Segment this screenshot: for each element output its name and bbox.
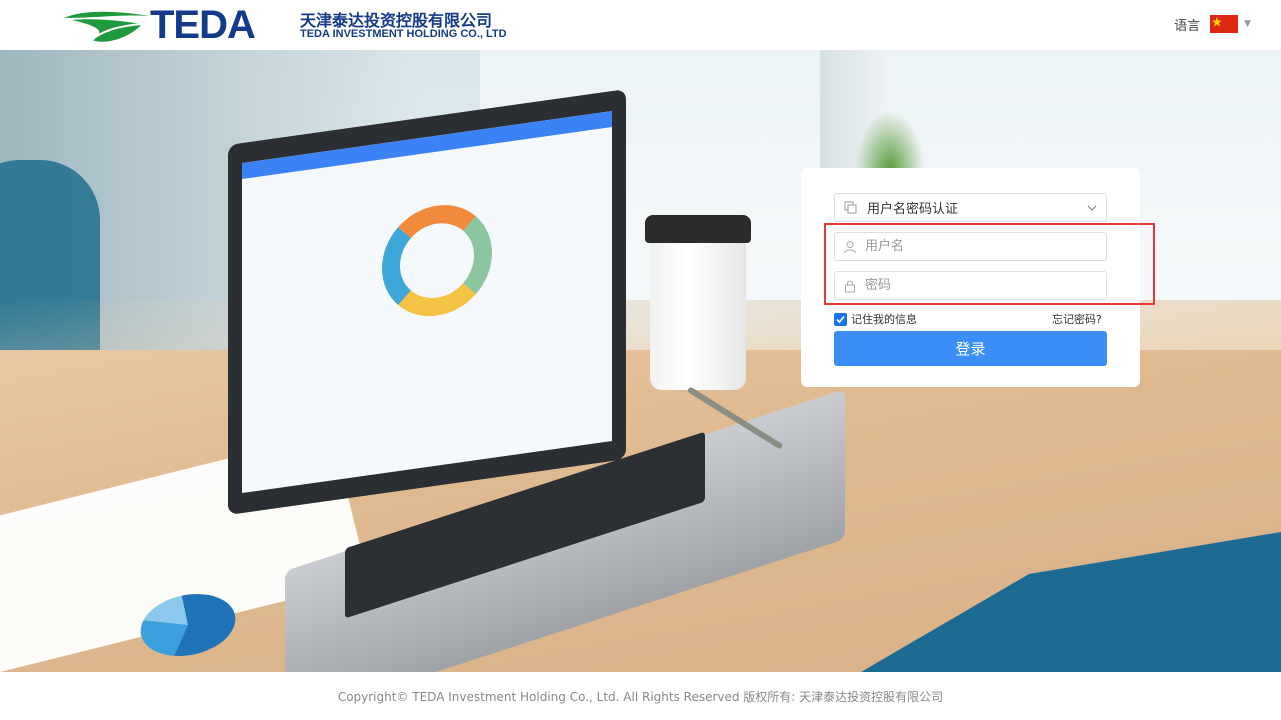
language-label: 语言 bbox=[1174, 18, 1201, 34]
remember-me-label: 记住我的信息 bbox=[851, 313, 917, 326]
top-header: TEDA 天津泰达投资控股有限公司 TEDA INVESTMENT HOLDIN… bbox=[0, 0, 1281, 50]
remember-me-checkbox[interactable] bbox=[834, 312, 847, 326]
chevron-down-icon[interactable] bbox=[1086, 202, 1098, 214]
language-switcher[interactable]: 语言 ▼ bbox=[1174, 12, 1251, 36]
logo-wordmark: TEDA bbox=[150, 3, 256, 47]
teda-leaf-logo-icon bbox=[64, 11, 150, 42]
credentials-highlight-box bbox=[824, 223, 1155, 305]
background-plant bbox=[855, 110, 925, 170]
copyright-text: Copyright© TEDA Investment Holding Co., … bbox=[337, 689, 944, 704]
logo-company-name-en: TEDA INVESTMENT HOLDING CO., LTD bbox=[300, 28, 507, 40]
auth-method-value: 用户名密码认证 bbox=[867, 202, 959, 217]
copy-icon bbox=[844, 201, 857, 213]
footer: Copyright© TEDA Investment Holding Co., … bbox=[0, 672, 1281, 720]
coffee-cup bbox=[650, 220, 746, 390]
remember-me[interactable]: 记住我的信息 bbox=[834, 311, 917, 327]
laptop-screen bbox=[228, 89, 626, 515]
cloud-ring-illustration bbox=[382, 197, 492, 324]
coffee-cup-lid bbox=[645, 215, 751, 243]
auth-method-select[interactable]: 用户名密码认证 bbox=[834, 193, 1107, 222]
checkmark-icon bbox=[836, 315, 845, 323]
china-flag-icon[interactable] bbox=[1210, 15, 1239, 33]
chevron-down-icon[interactable]: ▼ bbox=[1244, 19, 1251, 29]
login-button[interactable]: 登录 bbox=[834, 331, 1107, 366]
teda-logo[interactable]: TEDA 天津泰达投资控股有限公司 TEDA INVESTMENT HOLDIN… bbox=[62, 3, 522, 47]
laptop-display bbox=[242, 111, 612, 494]
forgot-password-link[interactable]: 忘记密码? bbox=[1052, 311, 1102, 327]
